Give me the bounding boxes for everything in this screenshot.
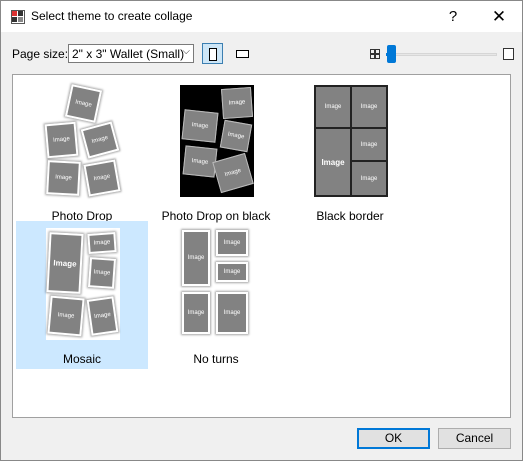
- chevron-down-icon: ⌵: [182, 46, 190, 57]
- close-icon: ✕: [491, 7, 507, 26]
- title-bar: Select theme to create collage ? ✕: [1, 1, 522, 32]
- photo-placeholder: Image: [352, 87, 386, 127]
- theme-tile-photo-drop-on-black[interactable]: Image Image Image Image Image Photo Drop…: [150, 78, 282, 226]
- photo-placeholder: Image: [212, 152, 254, 194]
- photo-placeholder: Image: [83, 159, 121, 197]
- theme-thumbnail: Image Image Image Image Image: [46, 228, 120, 340]
- dialog-title: Select theme to create collage: [31, 9, 193, 23]
- ok-button[interactable]: OK: [357, 428, 430, 449]
- theme-tile-photo-drop[interactable]: Image Image Image Image Image Photo Drop: [16, 78, 148, 226]
- close-button[interactable]: ✕: [476, 1, 522, 32]
- theme-label: No turns: [193, 352, 239, 366]
- theme-thumbnail: Image Image Image Image Image: [180, 85, 254, 197]
- theme-tile-mosaic[interactable]: Image Image Image Image Image Mosaic: [16, 221, 148, 369]
- small-thumbnails-icon: [370, 49, 380, 59]
- photo-placeholder: Image: [216, 230, 248, 256]
- photo-placeholder: Image: [352, 129, 386, 160]
- help-button[interactable]: ?: [430, 1, 476, 32]
- photo-placeholder: Image: [216, 292, 248, 334]
- photo-placeholder: Image: [46, 232, 84, 294]
- theme-thumbnail: Image Image Image Image Image: [44, 84, 121, 197]
- toolbar: Page size: 2" x 3" Wallet (Small) ⌵: [1, 41, 522, 67]
- large-thumbnail-icon: [503, 48, 514, 60]
- theme-label: Mosaic: [62, 352, 101, 366]
- portrait-orientation-icon: [209, 48, 217, 61]
- theme-gallery: Image Image Image Image Image Photo Drop…: [12, 74, 511, 418]
- photo-placeholder: Image: [352, 162, 386, 195]
- landscape-orientation-button[interactable]: [231, 43, 252, 64]
- theme-tile-no-turns[interactable]: Image Image Image Image Image No turns: [150, 221, 282, 369]
- photo-placeholder: Image: [64, 84, 103, 123]
- slider-track: [386, 53, 497, 56]
- photo-placeholder: Image: [80, 121, 120, 159]
- photo-placeholder: Image: [182, 230, 210, 286]
- photo-placeholder: Image: [220, 86, 254, 120]
- theme-label: Black border: [316, 209, 384, 223]
- photo-placeholder: Image: [46, 160, 81, 196]
- theme-tile-black-border[interactable]: Image Image Image Image Image Black bord…: [284, 78, 416, 226]
- slider-thumb[interactable]: [387, 45, 396, 63]
- page-size-value: 2" x 3" Wallet (Small): [72, 47, 185, 61]
- page-size-label: Page size:: [12, 47, 69, 61]
- portrait-orientation-button[interactable]: [202, 43, 223, 64]
- page-size-select[interactable]: 2" x 3" Wallet (Small) ⌵: [68, 44, 194, 63]
- photo-placeholder: Image: [316, 87, 350, 127]
- thumbnail-size-slider[interactable]: [386, 45, 497, 63]
- photo-placeholder: Image: [182, 292, 210, 334]
- photo-placeholder: Image: [87, 232, 117, 254]
- collage-app-icon: [11, 10, 25, 24]
- theme-thumbnail: Image Image Image Image Image: [314, 85, 388, 197]
- photo-placeholder: Image: [44, 121, 79, 159]
- photo-placeholder: Image: [86, 296, 119, 336]
- photo-placeholder: Image: [216, 262, 248, 282]
- photo-placeholder: Image: [87, 257, 117, 289]
- photo-placeholder: Image: [47, 295, 85, 337]
- cancel-button[interactable]: Cancel: [438, 428, 511, 449]
- help-icon: ?: [448, 8, 458, 25]
- photo-placeholder: Image: [219, 119, 253, 153]
- dialog-window: Select theme to create collage ? ✕ Page …: [0, 0, 523, 461]
- landscape-orientation-icon: [236, 50, 249, 58]
- photo-placeholder: Image: [181, 109, 219, 143]
- photo-placeholder: Image: [316, 129, 350, 195]
- theme-thumbnail: Image Image Image Image Image: [180, 228, 254, 340]
